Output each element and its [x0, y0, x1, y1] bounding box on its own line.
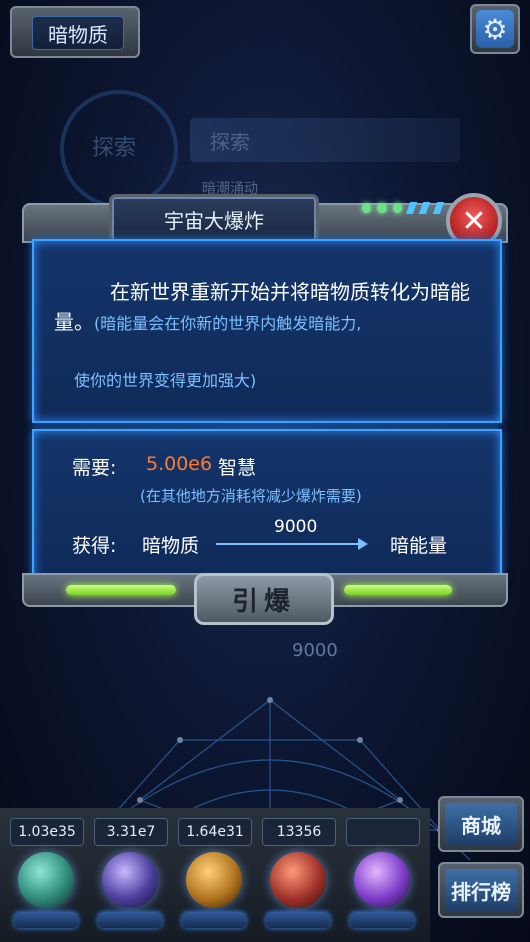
gain-label: 获得:	[72, 535, 117, 557]
background-explore: 探索 探索 暗潮涌动	[60, 90, 480, 208]
description-note-1: (暗能量会在你新的世界内触发暗能力,	[94, 314, 362, 333]
resource-slot-1[interactable]: 1.03e35	[6, 808, 86, 942]
energy-tube-right	[344, 585, 452, 595]
gain-from: 暗物质	[142, 535, 200, 557]
settings-button[interactable]: ⚙	[470, 4, 520, 54]
leaderboard-label: 排行榜	[445, 869, 517, 911]
arrow-right-icon	[216, 538, 368, 550]
resource-value-2: 3.31e7	[94, 818, 168, 846]
resource-orb-icon-4	[270, 852, 326, 908]
resource-orb-icon-2	[102, 852, 158, 908]
resource-value-5	[346, 818, 420, 846]
resource-pedestal-1	[14, 912, 78, 928]
big-bang-dialog: 宇宙大爆炸 ✕ 在新世界重新开始并将暗物质转化为暗能量。(暗能量会在你新的世界内…	[22, 193, 508, 625]
gear-icon: ⚙	[476, 10, 514, 48]
resource-slot-3[interactable]: 1.64e31	[174, 808, 254, 942]
energy-tube-left	[66, 585, 176, 595]
gain-to: 暗能量	[390, 535, 448, 557]
background-value: 9000	[292, 640, 338, 661]
exchange-panel: 需要: 5.00e6 智慧 (在其他地方消耗将减少爆炸需要) 获得: 暗物质 9…	[32, 429, 502, 583]
explore-bar-label: 探索	[210, 130, 250, 154]
shop-label: 商城	[445, 803, 517, 845]
resource-pedestal-2	[98, 912, 162, 928]
description-panel: 在新世界重新开始并将暗物质转化为暗能量。(暗能量会在你新的世界内触发暗能力, 使…	[32, 239, 502, 423]
explore-ring-label: 探索	[92, 136, 137, 161]
requirement-label: 需要:	[72, 457, 117, 479]
detonate-button[interactable]: 引爆	[194, 573, 334, 625]
resource-tab-label: 暗物质	[32, 16, 124, 50]
resource-pedestal-4	[266, 912, 330, 928]
requirement-note: (在其他地方消耗将减少爆炸需要)	[140, 487, 362, 505]
description-text: 在新世界重新开始并将暗物质转化为暗能量。(暗能量会在你新的世界内触发暗能力,	[54, 277, 474, 339]
requirement-value: 5.00e6	[146, 453, 213, 475]
resource-value-3: 1.64e31	[178, 818, 252, 846]
resource-value-1: 1.03e35	[10, 818, 84, 846]
shop-button[interactable]: 商城	[438, 796, 524, 852]
resource-pedestal-5	[350, 912, 414, 928]
resource-orb-icon-3	[186, 852, 242, 908]
leaderboard-button[interactable]: 排行榜	[438, 862, 524, 918]
gain-amount: 9000	[274, 517, 318, 537]
resource-value-4: 13356	[262, 818, 336, 846]
description-note-2: 使你的世界变得更加强大)	[74, 371, 257, 390]
resource-slot-5[interactable]	[342, 808, 422, 942]
resource-orb-icon-5	[354, 852, 410, 908]
dialog-title: 宇宙大爆炸	[112, 197, 316, 241]
resource-orb-icon-1	[18, 852, 74, 908]
indicator-lights	[362, 199, 445, 217]
requirement-unit: 智慧	[218, 457, 257, 479]
resource-strip: 1.03e35 3.31e7 1.64e31 13356	[0, 808, 430, 942]
resource-slot-4[interactable]: 13356	[258, 808, 338, 942]
resource-tab[interactable]: 暗物质	[10, 6, 140, 58]
resource-pedestal-3	[182, 912, 246, 928]
resource-slot-2[interactable]: 3.31e7	[90, 808, 170, 942]
